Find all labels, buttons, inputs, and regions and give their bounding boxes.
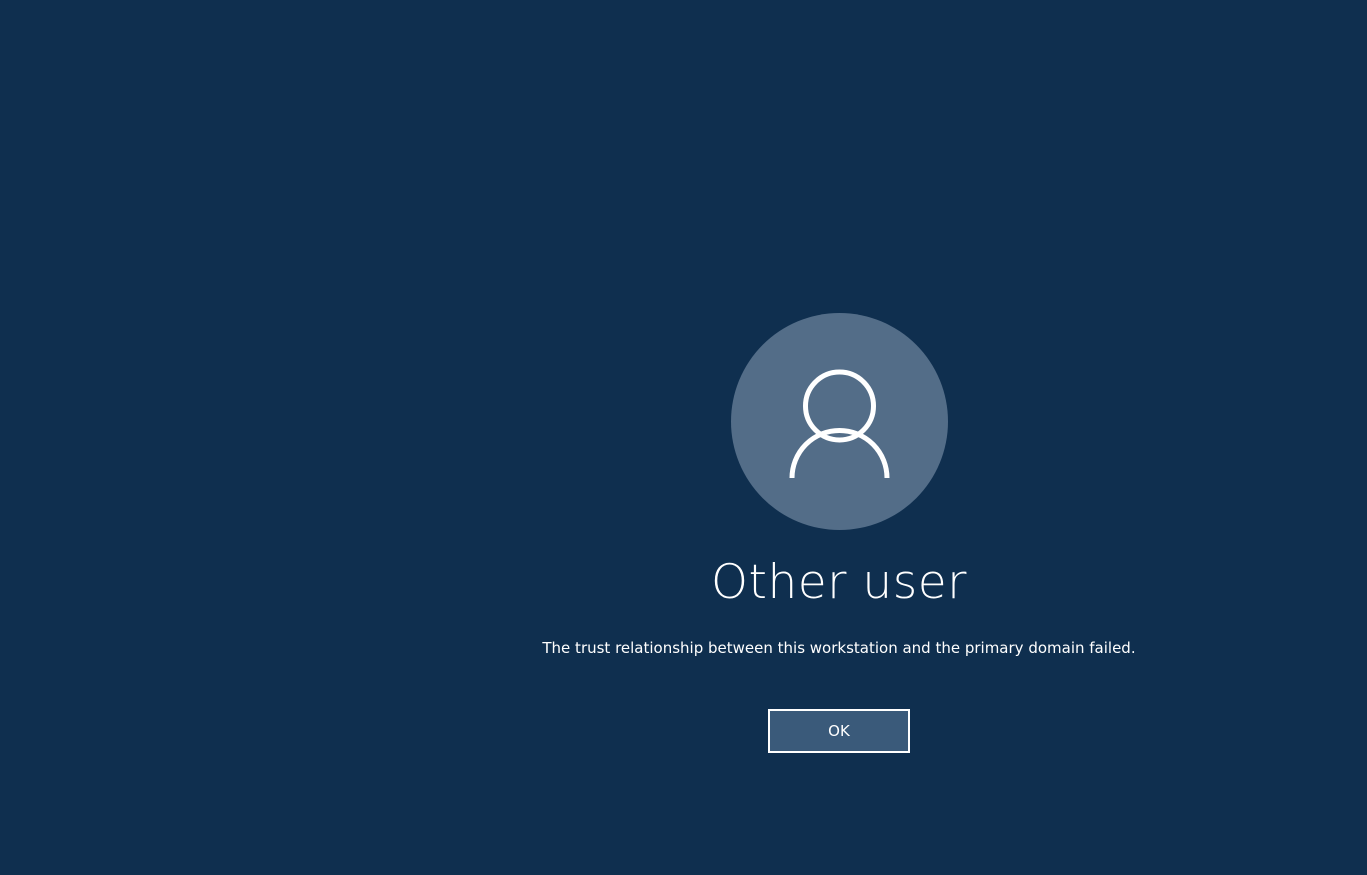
user-avatar — [730, 313, 948, 530]
user-name: Other user — [711, 555, 967, 610]
sign-in-panel: Other user The trust relationship betwee… — [489, 0, 1189, 875]
person-outline-icon — [789, 369, 889, 479]
ok-button[interactable]: OK — [768, 709, 910, 753]
lock-screen: Other user The trust relationship betwee… — [0, 0, 1367, 875]
error-message: The trust relationship between this work… — [542, 639, 1136, 657]
